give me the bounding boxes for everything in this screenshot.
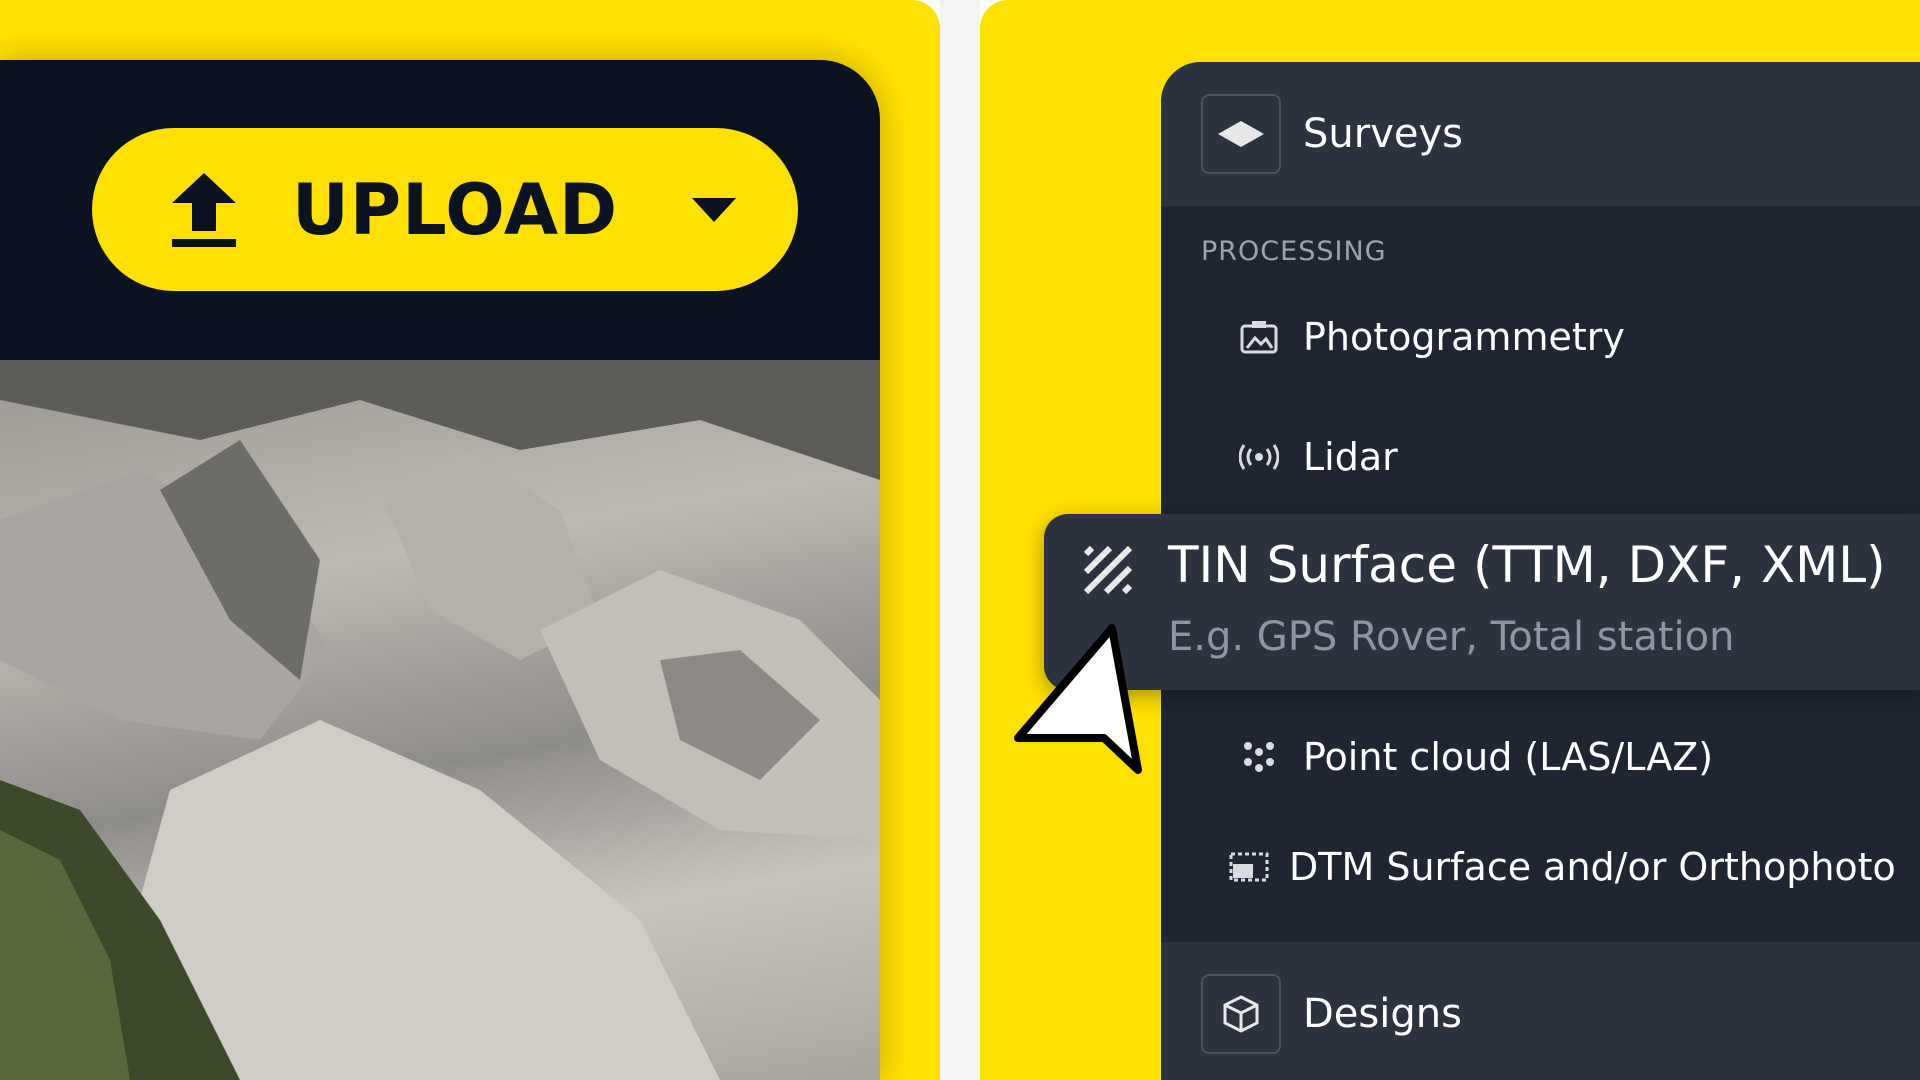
tin-surface-subtitle: E.g. GPS Rover, Total station: [1168, 614, 1735, 660]
surveys-label: Surveys: [1303, 111, 1463, 157]
menu-item-tin-surface[interactable]: TIN Surface (TTM, DXF, XML) E.g. GPS Rov…: [1044, 514, 1920, 690]
designs-header[interactable]: Designs: [1161, 942, 1920, 1080]
terrain-shapes: [0, 360, 880, 1080]
menu-item-label: DTM Surface and/or Orthophoto: [1289, 845, 1896, 889]
upload-label: UPLOAD: [292, 168, 619, 251]
caret-down-icon[interactable]: [692, 197, 737, 222]
designs-icon-box: [1201, 974, 1281, 1054]
cube-icon: [1223, 995, 1259, 1033]
dtm-icon: [1229, 847, 1269, 887]
photo-icon: [1239, 317, 1279, 357]
menu-item-dtm[interactable]: DTM Surface and/or Orthophoto: [1161, 822, 1920, 912]
divider: [940, 0, 980, 1080]
pointer-cursor-icon: [1014, 624, 1142, 774]
point-cloud-icon: [1239, 737, 1279, 777]
surveys-header[interactable]: Surveys: [1161, 62, 1920, 206]
menu-item-point-cloud[interactable]: Point cloud (LAS/LAZ): [1161, 712, 1920, 802]
processing-label: PROCESSING: [1201, 236, 1387, 267]
upload-icon: [172, 172, 236, 247]
lidar-icon: [1239, 437, 1279, 477]
upload-button[interactable]: UPLOAD: [92, 128, 798, 291]
menu-item-label: Point cloud (LAS/LAZ): [1303, 735, 1714, 779]
layers-icon: [1218, 121, 1264, 147]
menu-item-photogrammetry[interactable]: Photogrammetry: [1161, 292, 1920, 382]
designs-label: Designs: [1303, 991, 1462, 1037]
surveys-icon-box: [1201, 94, 1281, 174]
terrain-image: [0, 360, 880, 1080]
menu-item-lidar[interactable]: Lidar: [1161, 412, 1920, 502]
menu-item-label: Photogrammetry: [1303, 315, 1625, 359]
app-card: UPLOAD: [0, 60, 880, 1080]
left-panel: UPLOAD: [0, 0, 940, 1080]
tin-surface-title: TIN Surface (TTM, DXF, XML): [1168, 536, 1886, 594]
menu-item-label: Lidar: [1303, 435, 1398, 479]
hatch-icon: [1083, 545, 1133, 595]
